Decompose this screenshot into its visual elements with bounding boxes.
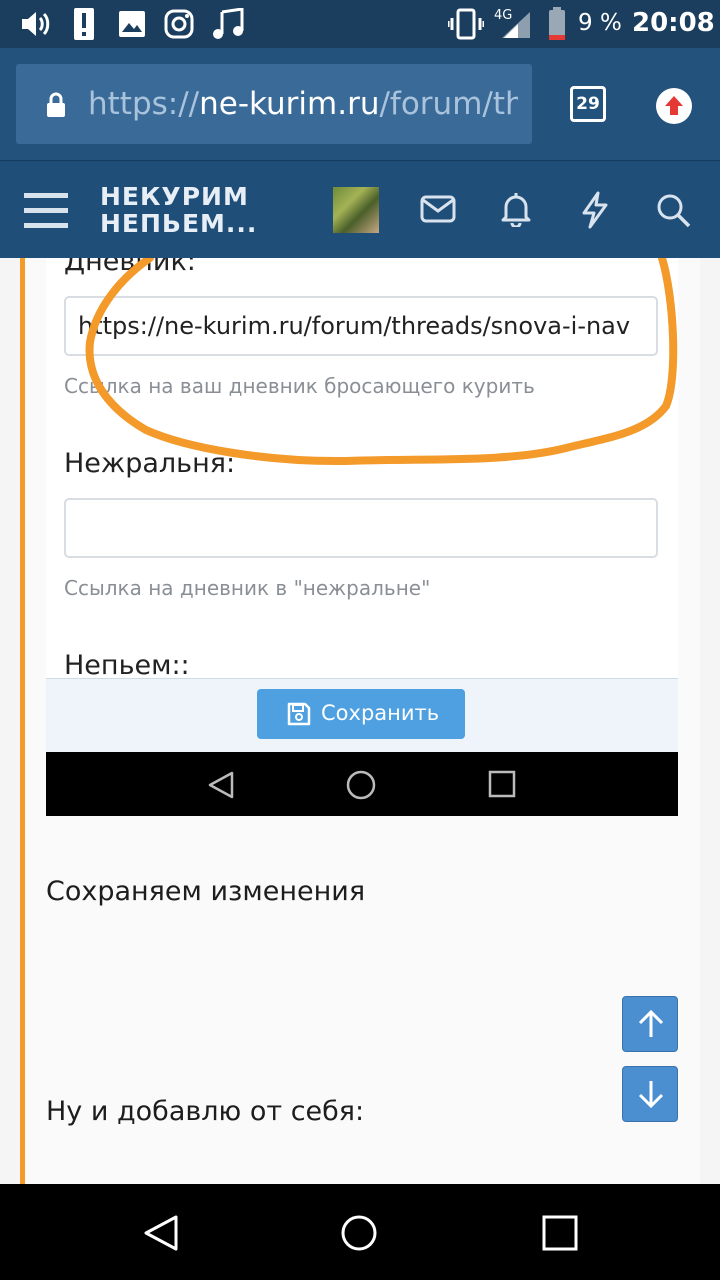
- arrow-up-icon: [638, 1009, 664, 1037]
- battery-level: 9 %: [578, 10, 622, 36]
- url-prefix: https://: [88, 86, 200, 122]
- url-text: https://ne-kurim.ru/forum/threads/: [88, 86, 518, 122]
- post-text-add-own: Ну и добавлю от себя:: [46, 1096, 365, 1127]
- user-avatar[interactable]: [333, 187, 379, 233]
- upload-arrow-icon: [665, 96, 683, 115]
- orange-highlight-circle: [85, 258, 678, 466]
- bell-icon[interactable]: [500, 191, 532, 227]
- scroll-down-button[interactable]: [622, 1066, 678, 1122]
- url-host: ne-kurim.ru: [199, 86, 380, 122]
- search-icon[interactable]: [656, 193, 692, 229]
- url-path: /forum/threads/: [379, 86, 518, 122]
- embedded-screenshot: Дневник: https://ne-kurim.ru/forum/threa…: [46, 258, 678, 816]
- arrow-down-icon: [638, 1081, 664, 1109]
- system-navigation-bar: [0, 1184, 720, 1280]
- browser-menu-button[interactable]: [656, 88, 692, 124]
- battery-icon: [549, 7, 565, 40]
- status-bar: 4G 9 % 20:08: [0, 0, 720, 48]
- logo-line-1: НЕКУРИМ: [100, 182, 249, 211]
- music-icon: [213, 8, 244, 39]
- post-text-save-changes: Сохраняем изменения: [46, 876, 366, 907]
- back-button[interactable]: [142, 1214, 180, 1252]
- image-icon: [119, 11, 145, 37]
- hamburger-menu-icon[interactable]: [24, 191, 68, 229]
- recent-apps-button[interactable]: [542, 1215, 578, 1251]
- signal-icon: [502, 12, 530, 38]
- vibrate-icon: [448, 8, 484, 40]
- scroll-up-button[interactable]: [622, 996, 678, 1052]
- browser-toolbar: https://ne-kurim.ru/forum/threads/ 29: [0, 48, 720, 160]
- instagram-icon: [164, 9, 194, 39]
- site-logo[interactable]: НЕКУРИМ НЕПЬЕМ...: [100, 183, 257, 237]
- lightning-icon[interactable]: [580, 191, 610, 229]
- alert-icon: [74, 8, 94, 40]
- lock-icon: [47, 92, 65, 117]
- mail-icon[interactable]: [420, 195, 456, 223]
- tab-switcher-button[interactable]: 29: [570, 86, 606, 122]
- home-button[interactable]: [340, 1214, 378, 1252]
- thread-content: Дневник: https://ne-kurim.ru/forum/threa…: [0, 258, 720, 1184]
- logo-line-2: НЕПЬЕМ...: [100, 209, 258, 238]
- address-bar[interactable]: https://ne-kurim.ru/forum/threads/: [16, 64, 532, 144]
- forum-header: НЕКУРИМ НЕПЬЕМ...: [0, 160, 720, 259]
- volume-icon: [22, 12, 50, 36]
- clock: 20:08: [632, 8, 715, 38]
